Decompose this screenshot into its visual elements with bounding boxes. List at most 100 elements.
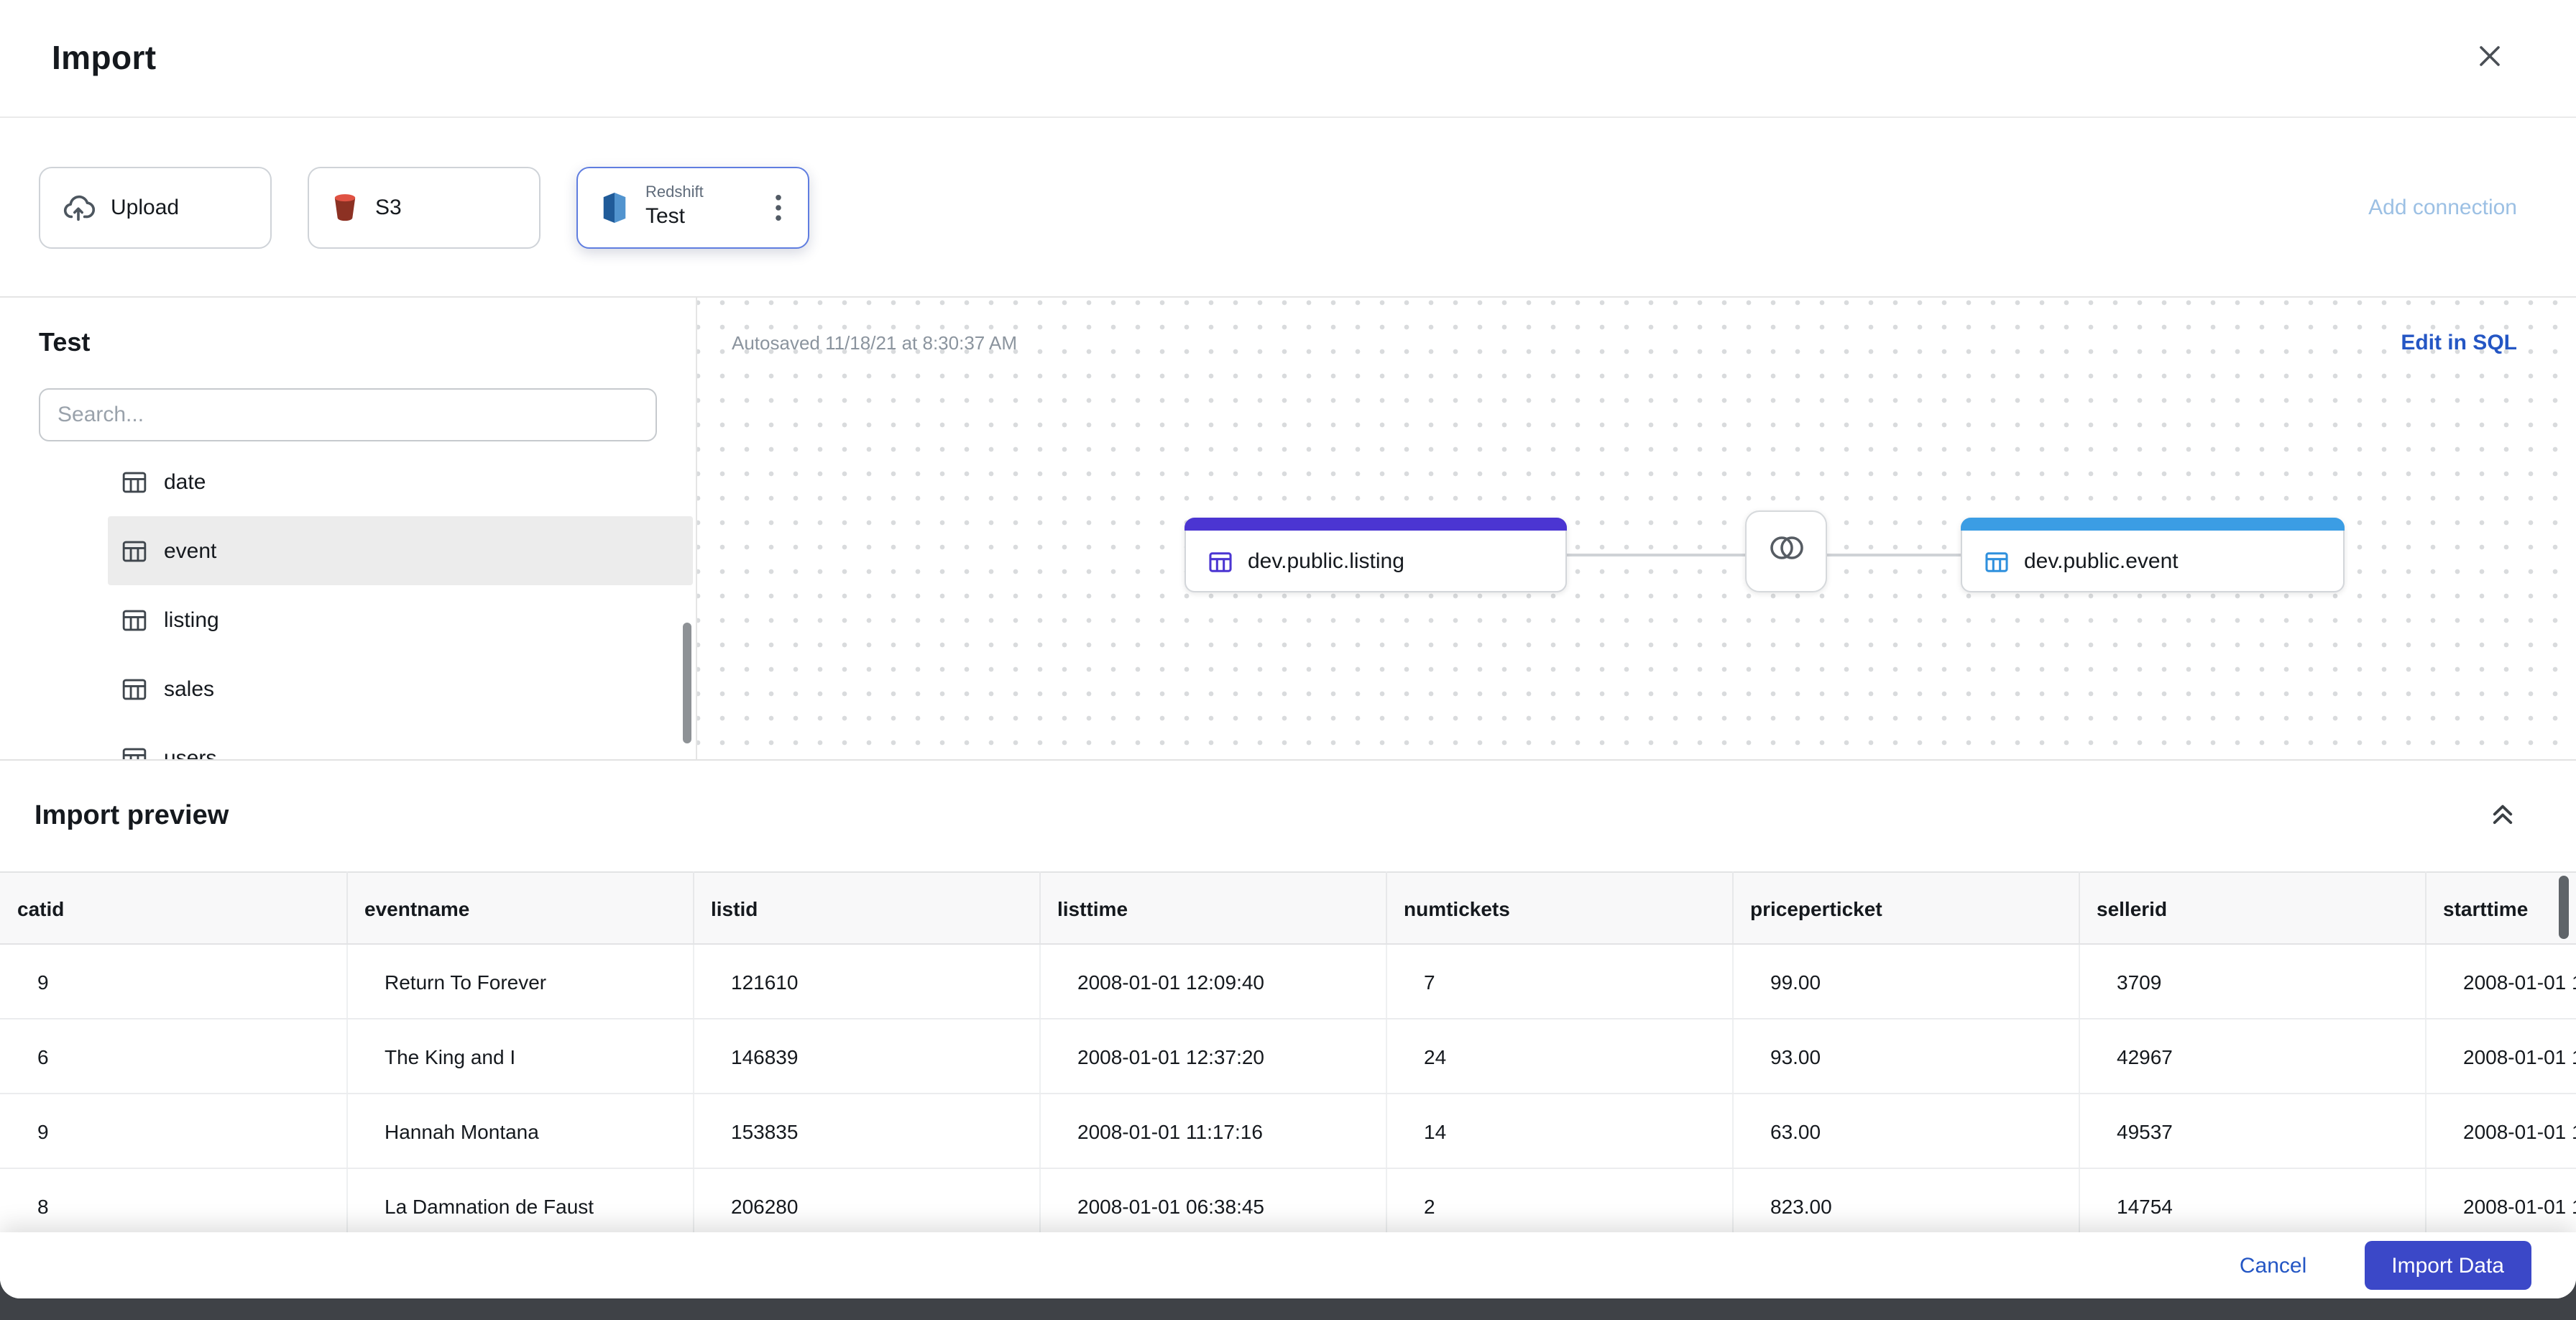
close-button[interactable] (2467, 35, 2513, 81)
s3-bucket-icon (331, 191, 359, 223)
import-modal: Import Upload S3 Redshift Test Add conne… (0, 0, 2576, 1298)
s3-label: S3 (375, 195, 402, 219)
import-modal-screen: Import Upload S3 Redshift Test Add conne… (0, 0, 2576, 1320)
node-accent-bar (1184, 518, 1567, 531)
page-title: Import (52, 39, 157, 76)
cell: 42967 (2079, 1019, 2426, 1094)
modal-footer: Cancel Import Data (0, 1232, 2576, 1298)
sidebar-item-label: date (164, 469, 206, 494)
schema-title: Test (39, 328, 91, 357)
cell: 9 (0, 1094, 347, 1169)
cell: 63.00 (1732, 1094, 2079, 1169)
table-grid-icon (121, 606, 148, 633)
table-node-event[interactable]: dev.public.event (1961, 518, 2345, 592)
preview-row: 9 Return To Forever 121610 2008-01-01 12… (0, 944, 2576, 1019)
s3-source-button[interactable]: S3 (308, 166, 540, 248)
cloud-upload-icon (62, 191, 95, 224)
column-header: starttime (2425, 871, 2576, 945)
column-header: catid (0, 871, 347, 945)
sidebar-item-event[interactable]: event (108, 516, 693, 585)
connection-text: Redshift Test (645, 185, 704, 229)
cell: 24 (1386, 1019, 1733, 1094)
cell: Return To Forever (346, 944, 694, 1019)
preview-table: catid eventname listid listtime numticke… (0, 871, 2576, 1244)
sidebar-item-label: sales (164, 677, 215, 701)
add-connection-link[interactable]: Add connection (2368, 195, 2517, 219)
join-connector-line (1827, 554, 1961, 556)
join-connector-line (1567, 554, 1745, 556)
redshift-connection-card[interactable]: Redshift Test (576, 166, 809, 248)
modal-header: Import (0, 0, 2576, 118)
workspace: Test date event listing (0, 296, 2576, 759)
upload-label: Upload (111, 195, 180, 219)
table-list: date event listing sales users (0, 447, 693, 759)
column-header: listtime (1039, 871, 1386, 945)
join-canvas[interactable]: Autosaved 11/18/21 at 8:30:37 AM Edit in… (697, 298, 2576, 759)
redshift-icon (599, 191, 630, 224)
sidebar-item-label: users (164, 746, 217, 759)
cell: 153835 (693, 1094, 1040, 1169)
table-grid-icon (121, 744, 148, 759)
join-config-button[interactable] (1745, 510, 1827, 592)
sidebar-scrollbar[interactable] (683, 623, 691, 743)
edit-in-sql-link[interactable]: Edit in SQL (2401, 331, 2517, 355)
cell: 9 (0, 944, 347, 1019)
autosave-status: Autosaved 11/18/21 at 8:30:37 AM (732, 332, 1018, 354)
cell: The King and I (346, 1019, 694, 1094)
sidebar-item-users[interactable]: users (108, 723, 693, 759)
search-input[interactable] (39, 388, 657, 441)
double-chevron-up-icon (2490, 805, 2516, 830)
node-accent-bar (1961, 518, 2345, 531)
table-grid-icon (121, 468, 148, 495)
sidebar-item-label: event (164, 538, 217, 563)
cell: 2008-01-01 1 (2425, 944, 2576, 1019)
preview-header-row: catid eventname listid listtime numticke… (0, 871, 2576, 945)
cell: 2008-01-01 12:09:40 (1039, 944, 1386, 1019)
column-header: numtickets (1386, 871, 1733, 945)
cell: 2008-01-01 12:37:20 (1039, 1019, 1386, 1094)
sidebar-item-listing[interactable]: listing (108, 585, 693, 654)
schema-sidebar: Test date event listing (0, 298, 697, 759)
column-header: priceperticket (1732, 871, 2079, 945)
sidebar-item-label: listing (164, 608, 219, 632)
import-preview-section: Import preview catid eventname listid li… (0, 759, 2576, 1298)
connections-row: Upload S3 Redshift Test Add connection (0, 118, 2576, 296)
cell: 146839 (693, 1019, 1040, 1094)
upload-source-button[interactable]: Upload (39, 166, 272, 248)
cell: 2008-01-01 1 (2425, 1019, 2576, 1094)
table-grid-icon (1984, 549, 2010, 574)
connection-name: Test (645, 203, 686, 229)
column-header: listid (693, 871, 1040, 945)
table-grid-icon (121, 675, 148, 702)
preview-row: 9 Hannah Montana 153835 2008-01-01 11:17… (0, 1094, 2576, 1169)
node-label: dev.public.listing (1248, 549, 1404, 574)
cell: 121610 (693, 944, 1040, 1019)
cell: 7 (1386, 944, 1733, 1019)
cell: Hannah Montana (346, 1094, 694, 1169)
cell: 6 (0, 1019, 347, 1094)
preview-title: Import preview (34, 800, 229, 830)
preview-table-scrollbar[interactable] (2559, 876, 2569, 939)
cell: 2008-01-01 1 (2425, 1094, 2576, 1169)
cancel-button[interactable]: Cancel (2240, 1253, 2306, 1278)
sidebar-item-date[interactable]: date (108, 447, 693, 516)
cell: 3709 (2079, 944, 2426, 1019)
sidebar-item-sales[interactable]: sales (108, 654, 693, 723)
inner-join-icon (1766, 533, 1806, 569)
kebab-menu-icon[interactable] (766, 188, 791, 226)
table-node-listing[interactable]: dev.public.listing (1184, 518, 1567, 592)
node-label: dev.public.event (2024, 549, 2179, 574)
collapse-preview-button[interactable] (2481, 794, 2524, 838)
table-grid-icon (1208, 549, 1233, 574)
preview-row: 6 The King and I 146839 2008-01-01 12:37… (0, 1019, 2576, 1094)
cell: 99.00 (1732, 944, 2079, 1019)
cell: 93.00 (1732, 1019, 2079, 1094)
column-header: sellerid (2079, 871, 2426, 945)
cell: 49537 (2079, 1094, 2426, 1169)
table-grid-icon (121, 537, 148, 564)
cell: 14 (1386, 1094, 1733, 1169)
close-icon (2475, 42, 2504, 75)
import-data-button[interactable]: Import Data (2364, 1241, 2531, 1290)
preview-header: Import preview (0, 761, 2576, 871)
connection-type-label: Redshift (645, 184, 704, 202)
